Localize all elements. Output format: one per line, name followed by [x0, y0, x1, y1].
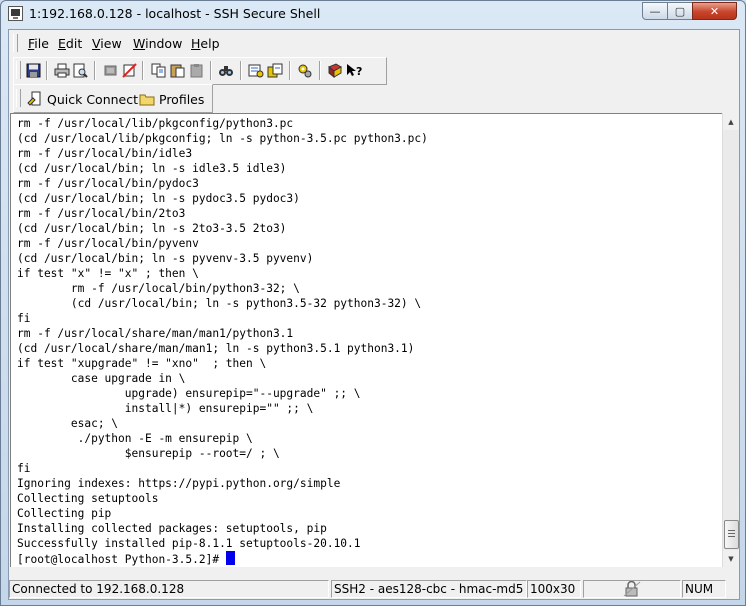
terminal-line: if test "xupgrade" != "xno" ; then \ — [17, 357, 267, 370]
terminal-line: fi — [17, 462, 31, 475]
terminal-line: esac; \ — [17, 417, 119, 430]
scroll-up-arrow[interactable]: ▲ — [723, 113, 739, 130]
app-window: 1:192.168.0.128 - localhost - SSH Secure… — [0, 0, 746, 606]
lock-status-pane — [583, 580, 681, 598]
paste-icon[interactable] — [168, 61, 186, 79]
terminal-line: rm -f /usr/local/bin/python3-32; \ — [17, 282, 300, 295]
menu-help[interactable]: Help — [191, 36, 220, 51]
terminal-line: rm -f /usr/local/bin/idle3 — [17, 147, 193, 160]
svg-text:?: ? — [356, 65, 362, 78]
toolbar-separator — [240, 61, 242, 80]
terminal-line: if test "x" != "x" ; then \ — [17, 267, 199, 280]
toolbar-separator — [210, 61, 212, 80]
vertical-scrollbar[interactable]: ▲ ▼ — [722, 113, 739, 567]
copy-icon[interactable] — [149, 61, 167, 79]
quick-connect-button[interactable]: Quick Connect — [27, 89, 138, 109]
toolbar-separator — [46, 61, 48, 80]
maximize-button[interactable]: ▢ — [667, 2, 693, 20]
terminal-line: rm -f /usr/local/bin/2to3 — [17, 207, 186, 220]
status-bar: Connected to 192.168.0.128 SSH2 - aes128… — [9, 578, 739, 599]
terminal-line: rm -f /usr/local/share/man/man1/python3.… — [17, 327, 294, 340]
terminal-app-icon — [8, 6, 23, 21]
terminal-line: Successfully installed pip-8.1.1 setupto… — [17, 537, 361, 550]
minimize-button[interactable]: — — [642, 2, 668, 20]
preferences-icon[interactable] — [296, 61, 314, 79]
toolbar-separator — [94, 61, 96, 80]
quick-connect-icon — [27, 91, 41, 106]
quick-connect-toolbar: Quick Connect Profiles — [13, 84, 213, 113]
scroll-thumb[interactable] — [724, 520, 739, 549]
terminal-size-status: 100x30 — [527, 580, 581, 598]
context-help-icon[interactable]: ? — [345, 61, 363, 79]
menu-file[interactable]: File — [28, 36, 49, 51]
terminal-line: fi — [17, 312, 31, 325]
terminal-line: (cd /usr/local/share/man/man1; ln -s pyt… — [17, 342, 415, 355]
help-book-icon[interactable] — [326, 61, 344, 79]
numlock-status: NUM — [682, 580, 726, 598]
terminal-line: (cd /usr/local/bin; ln -s idle3.5 idle3) — [17, 162, 287, 175]
settings-icon[interactable] — [247, 61, 265, 79]
title-bar[interactable]: 1:192.168.0.128 - localhost - SSH Secure… — [1, 1, 745, 27]
encryption-lock-icon — [623, 581, 641, 597]
print-icon[interactable] — [53, 61, 71, 79]
shell-prompt: [root@localhost Python-3.5.2]# — [17, 553, 226, 566]
find-icon[interactable] — [217, 61, 235, 79]
quick-connect-label: Quick Connect — [47, 91, 139, 107]
terminal-prompt-line[interactable]: [root@localhost Python-3.5.2]# — [17, 551, 428, 566]
terminal-output[interactable]: rm -f /usr/local/lib/pkgconfig/python3.p… — [10, 113, 723, 567]
menu-view[interactable]: View — [92, 36, 122, 51]
connection-status: Connected to 192.168.0.128 — [9, 580, 329, 598]
terminal-line: Ignoring indexes: https://pypi.python.or… — [17, 477, 341, 490]
profiles-button[interactable]: Profiles — [139, 89, 204, 109]
terminal-line: (cd /usr/local/bin; ln -s 2to3-3.5 2to3) — [17, 222, 287, 235]
toolbar-separator — [319, 61, 321, 80]
cipher-status: SSH2 - aes128-cbc - hmac-md5 — [331, 580, 527, 598]
terminal-line: rm -f /usr/local/lib/pkgconfig/python3.p… — [17, 117, 294, 130]
toolbar-separator — [289, 61, 291, 80]
terminal-line: rm -f /usr/local/bin/pydoc3 — [17, 177, 199, 190]
terminal-line: case upgrade in \ — [17, 372, 186, 385]
terminal-line: $ensurepip --root=/ ; \ — [17, 447, 280, 460]
window-title: 1:192.168.0.128 - localhost - SSH Secure… — [29, 6, 321, 21]
save-icon[interactable] — [24, 61, 42, 79]
terminal-line: rm -f /usr/local/bin/pyvenv — [17, 237, 199, 250]
disconnect-icon[interactable] — [101, 61, 119, 79]
file-transfer-icon[interactable] — [266, 61, 284, 79]
print-preview-icon[interactable] — [71, 61, 89, 79]
profiles-label: Profiles — [159, 91, 205, 107]
terminal-line: upgrade) ensurepip="--upgrade" ;; \ — [17, 387, 361, 400]
terminal-line: ./python -E -m ensurepip \ — [17, 432, 253, 445]
client-area: File Edit View Window Help ? Quick Conne… — [8, 29, 740, 600]
menu-window[interactable]: Window — [133, 36, 182, 51]
terminal-line: Collecting pip — [17, 507, 112, 520]
terminal-line: (cd /usr/local/bin; ln -s python3.5-32 p… — [17, 297, 422, 310]
terminal-line: (cd /usr/local/lib/pkgconfig; ln -s pyth… — [17, 132, 428, 145]
terminal-line: Installing collected packages: setuptool… — [17, 522, 327, 535]
menubar-grip[interactable] — [13, 34, 18, 52]
menu-edit[interactable]: Edit — [58, 36, 82, 51]
scroll-down-arrow[interactable]: ▼ — [723, 550, 739, 567]
terminal-line: (cd /usr/local/bin; ln -s pyvenv-3.5 pyv… — [17, 252, 314, 265]
folder-icon — [139, 94, 155, 106]
terminal-line: (cd /usr/local/bin; ln -s pydoc3.5 pydoc… — [17, 192, 300, 205]
toolbar-separator — [142, 61, 144, 80]
toolbar-grip[interactable] — [16, 61, 21, 79]
clear-terminal-icon[interactable] — [120, 61, 138, 79]
terminal-line: install|*) ensurepip="" ;; \ — [17, 402, 314, 415]
close-button[interactable]: ✕ — [692, 2, 737, 20]
paste-alt-icon[interactable] — [187, 61, 205, 79]
menu-bar: File Edit View Window Help — [9, 30, 739, 56]
text-cursor — [225, 551, 235, 565]
quickbar-grip[interactable] — [16, 89, 21, 107]
terminal-lines: rm -f /usr/local/lib/pkgconfig/python3.p… — [17, 116, 428, 566]
terminal-line: Collecting setuptools — [17, 492, 159, 505]
main-toolbar: ? — [13, 57, 387, 85]
